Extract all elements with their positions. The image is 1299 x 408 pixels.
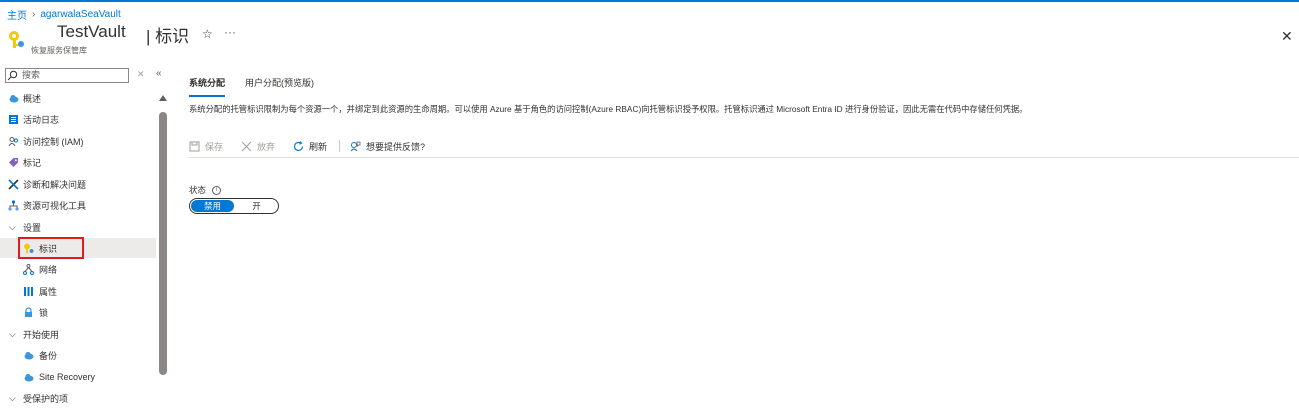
sidebar-item-resource-visualizer[interactable]: 资源可视化工具 (0, 195, 156, 215)
feedback-button[interactable]: 想要提供反馈? (350, 140, 425, 153)
sidebar-group-label: 设置 (23, 222, 42, 233)
status-field-label: 状态 i (189, 184, 222, 196)
feedback-label: 想要提供反馈? (366, 141, 426, 152)
network-icon (23, 263, 34, 275)
hierarchy-icon (8, 199, 19, 211)
command-bar: 保存 放弃 刷新 想要提供反馈? (189, 138, 443, 154)
activity-log-icon (9, 114, 18, 124)
sidebar-item-properties[interactable]: 属性 (0, 281, 156, 301)
status-on-option[interactable]: 开 (235, 199, 278, 213)
page-title: TestVault (57, 22, 126, 41)
chevron-right-icon: › (32, 9, 36, 20)
clear-search-icon[interactable]: ✕ (137, 69, 145, 80)
sidebar-item-label: 诊断和解决问题 (23, 179, 87, 190)
lock-icon (25, 307, 32, 317)
cloud-backup-icon (24, 351, 34, 359)
people-icon (8, 136, 19, 146)
save-icon (189, 141, 200, 151)
sidebar-group-settings[interactable]: ⌵ 设置 (0, 217, 156, 237)
cloud-icon (9, 94, 19, 102)
refresh-label: 刷新 (309, 141, 328, 152)
identity-description: 系统分配的托管标识限制为每个资源一个，并绑定到此资源的生命周期。可以使用 Azu… (189, 104, 1028, 114)
discard-button[interactable]: 放弃 (241, 140, 275, 153)
breadcrumb: 主页 › agarwalaSeaVault (7, 7, 121, 22)
chevron-down-icon: ⌵ (9, 392, 16, 403)
chevron-down-icon: ⌵ (9, 221, 16, 232)
save-label: 保存 (205, 141, 224, 152)
sidebar-item-access-control[interactable]: 访问控制 (IAM) (0, 131, 156, 151)
collapse-sidebar-icon[interactable]: « (156, 68, 162, 79)
sidebar-group-label: 开始使用 (23, 329, 60, 340)
sidebar-item-label: 资源可视化工具 (23, 200, 87, 211)
sidebar-item-label: 活动日志 (23, 114, 60, 125)
sidebar-item-label: Site Recovery (39, 372, 96, 382)
cloud-recovery-icon (24, 373, 34, 381)
key-icon (9, 31, 24, 48)
selection-highlight-box (18, 237, 84, 259)
scrollbar-thumb[interactable] (159, 112, 167, 375)
more-options-icon[interactable]: ··· (224, 25, 236, 39)
sidebar-item-site-recovery[interactable]: Site Recovery (0, 367, 156, 387)
status-label-text: 状态 (189, 185, 207, 195)
breadcrumb-home-link[interactable]: 主页 (7, 7, 27, 22)
sidebar-item-locks[interactable]: 锁 (0, 302, 156, 322)
sidebar-group-label: 受保护的项 (23, 393, 69, 404)
toolbar-divider-line (189, 157, 1299, 158)
properties-icon (24, 286, 33, 296)
sidebar-group-protected-items[interactable]: ⌵ 受保护的项 (0, 388, 156, 408)
sidebar-item-label: 锁 (39, 307, 49, 318)
refresh-button[interactable]: 刷新 (293, 140, 327, 153)
tab-user-assigned[interactable]: 用户分配(预览版) (245, 76, 314, 97)
identity-tabs: 系统分配 用户分配(预览版) (189, 76, 314, 97)
sidebar-item-label: 访问控制 (IAM) (23, 136, 84, 147)
sidebar-item-label: 备份 (39, 350, 58, 361)
scroll-up-arrow-icon[interactable] (159, 95, 167, 101)
status-toggle[interactable]: 禁用 开 (189, 198, 279, 214)
discard-label: 放弃 (257, 141, 276, 152)
wrench-icon (8, 178, 19, 190)
refresh-icon (293, 140, 304, 151)
top-accent-line (0, 0, 1299, 2)
sidebar-item-tags[interactable]: 标记 (0, 152, 156, 172)
toolbar-divider (339, 140, 341, 152)
page-section-title: | 标识 (146, 27, 190, 46)
feedback-icon (350, 141, 361, 151)
sidebar-item-activity-log[interactable]: 活动日志 (0, 109, 156, 129)
breadcrumb-vault-link[interactable]: agarwalaSeaVault (40, 9, 120, 20)
tag-icon (9, 157, 18, 167)
sidebar-item-label: 标记 (23, 157, 42, 168)
sidebar-item-label: 网络 (39, 264, 58, 275)
favorite-star-icon[interactable]: ☆ (202, 27, 213, 41)
sidebar-group-getting-started[interactable]: ⌵ 开始使用 (0, 324, 156, 344)
tab-system-assigned[interactable]: 系统分配 (189, 76, 226, 97)
info-icon[interactable]: i (212, 185, 222, 195)
close-icon[interactable]: ✕ (1281, 28, 1293, 45)
sidebar-item-label: 概述 (23, 93, 42, 104)
sidebar-item-backup[interactable]: 备份 (0, 345, 156, 365)
status-off-option[interactable]: 禁用 (191, 200, 234, 212)
sidebar-item-overview[interactable]: 概述 (0, 88, 156, 108)
discard-icon (241, 141, 252, 151)
sidebar-item-networking[interactable]: 网络 (0, 259, 156, 279)
search-input[interactable]: 搜索 (5, 68, 129, 83)
page-subtitle: 恢复服务保管库 (31, 46, 87, 55)
sidebar-item-diagnose[interactable]: 诊断和解决问题 (0, 174, 156, 194)
sidebar-item-label: 属性 (39, 286, 58, 297)
chevron-down-icon: ⌵ (9, 328, 16, 339)
save-button[interactable]: 保存 (189, 140, 223, 153)
